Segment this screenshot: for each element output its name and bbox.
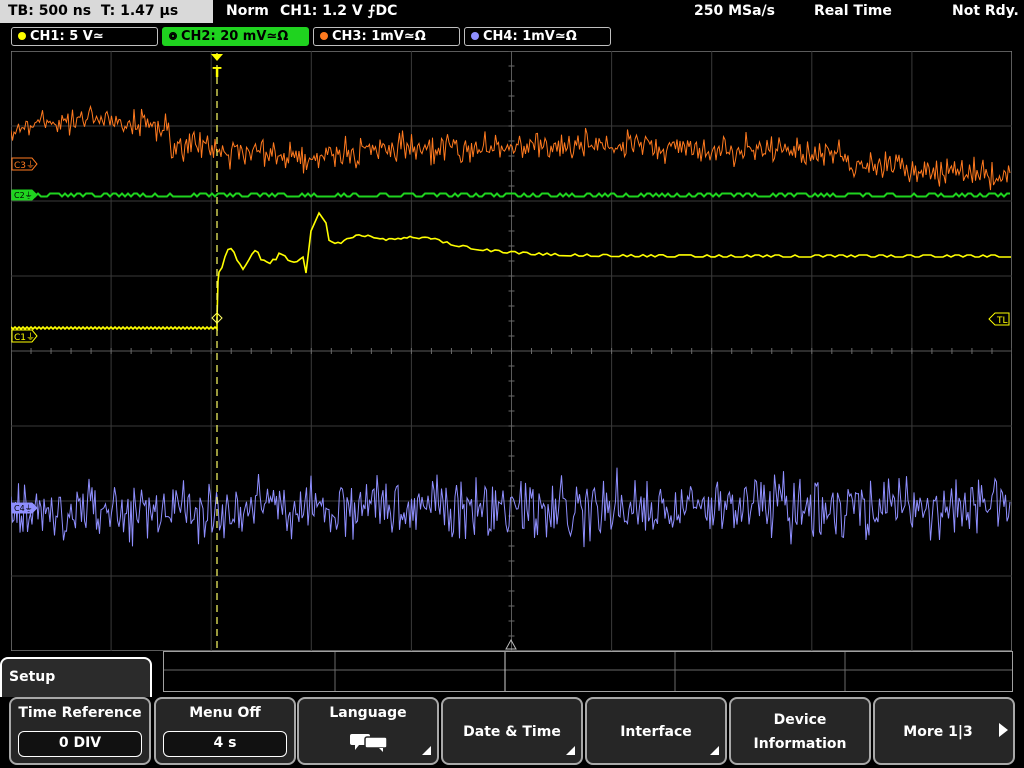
channel-tab-ch1[interactable]: CH1: 5 V≃ — [11, 27, 158, 46]
menu-title-tab: Setup — [0, 657, 152, 697]
ch4-dot-icon — [471, 32, 479, 40]
softkey-label-line1: Device — [773, 712, 827, 728]
softkey-label: Time Reference — [18, 705, 142, 721]
trigger-info[interactable]: CH1: 1.2 V ⨍DC — [280, 0, 397, 23]
interface-softkey[interactable]: Interface — [585, 697, 727, 765]
ch2-ground-marker[interactable]: C2⏚ — [11, 189, 38, 201]
ch3-dot-icon — [320, 32, 328, 40]
channel-label: CH3: 1mV≃Ω — [332, 29, 426, 44]
menu-off-value: 4 s — [163, 731, 287, 757]
svg-text:C2⏚: C2⏚ — [14, 191, 33, 200]
trigger-mode[interactable]: Norm — [226, 0, 269, 23]
menu-info-strip — [163, 651, 1013, 692]
submenu-corner-icon — [566, 746, 575, 755]
sample-rate: 250 MSa/s — [694, 3, 776, 19]
ch1-ground-marker[interactable]: C1⏚ — [11, 329, 38, 343]
svg-text:C4⏚: C4⏚ — [14, 504, 33, 513]
channel-label: CH2: 20 mV≃Ω — [181, 29, 289, 44]
svg-text:C3⏚: C3⏚ — [14, 160, 35, 171]
softkey-label-line2: Information — [753, 736, 847, 752]
softkey-label: Menu Off — [189, 705, 261, 721]
trigger-pos-label: T — [213, 66, 222, 81]
status-bar: TB: 500 ns T: 1.47 µs Norm CH1: 1.2 V ⨍D… — [0, 0, 1024, 24]
ch2-dot-icon — [169, 32, 177, 40]
date-time-softkey[interactable]: Date & Time — [441, 697, 583, 765]
waveform-display[interactable]: T C3⏚ C2⏚ C1⏚ C4⏚ TL — [11, 51, 1012, 651]
next-page-arrow-icon — [999, 723, 1008, 737]
submenu-corner-icon — [710, 746, 719, 755]
ch3-ground-marker[interactable]: C3⏚ — [11, 157, 38, 171]
softkey-label: Date & Time — [463, 724, 561, 740]
channel-tab-ch4[interactable]: CH4: 1mV≃Ω — [464, 27, 611, 46]
ch4-ground-marker[interactable]: C4⏚ — [11, 502, 38, 514]
acquisition-state: Not Rdy. — [952, 3, 1019, 19]
speech-bubbles-icon — [350, 734, 388, 752]
channel-label: CH1: 5 V≃ — [30, 29, 104, 44]
time-reference-value: 0 DIV — [18, 731, 142, 757]
svg-text:C1⏚: C1⏚ — [14, 332, 35, 343]
softkey-label: Language — [329, 705, 407, 721]
more-softkey[interactable]: More 1|3 — [873, 697, 1015, 765]
softkey-label: More 1|3 — [903, 724, 973, 740]
submenu-corner-icon — [422, 746, 431, 755]
channel-tab-ch3[interactable]: CH3: 1mV≃Ω — [313, 27, 460, 46]
trigger-time-label: T: 1.47 µs — [100, 3, 179, 19]
channel-tab-ch2[interactable]: CH2: 20 mV≃Ω — [162, 27, 309, 46]
time-reference-softkey[interactable]: Time Reference 0 DIV — [9, 697, 151, 765]
language-softkey[interactable]: Language — [297, 697, 439, 765]
acquisition-mode: Real Time — [814, 3, 892, 19]
menu-title: Setup — [9, 669, 56, 685]
ch1-dot-icon — [18, 32, 26, 40]
menu-off-softkey[interactable]: Menu Off 4 s — [154, 697, 296, 765]
timebase-label: TB: 500 ns — [8, 3, 92, 19]
timebase-box[interactable]: TB: 500 ns T: 1.47 µs — [0, 0, 213, 23]
softkey-label: Interface — [620, 724, 692, 740]
svg-text:TL: TL — [996, 316, 1008, 326]
channel-label: CH4: 1mV≃Ω — [483, 29, 577, 44]
device-information-softkey[interactable]: Device Information — [729, 697, 871, 765]
